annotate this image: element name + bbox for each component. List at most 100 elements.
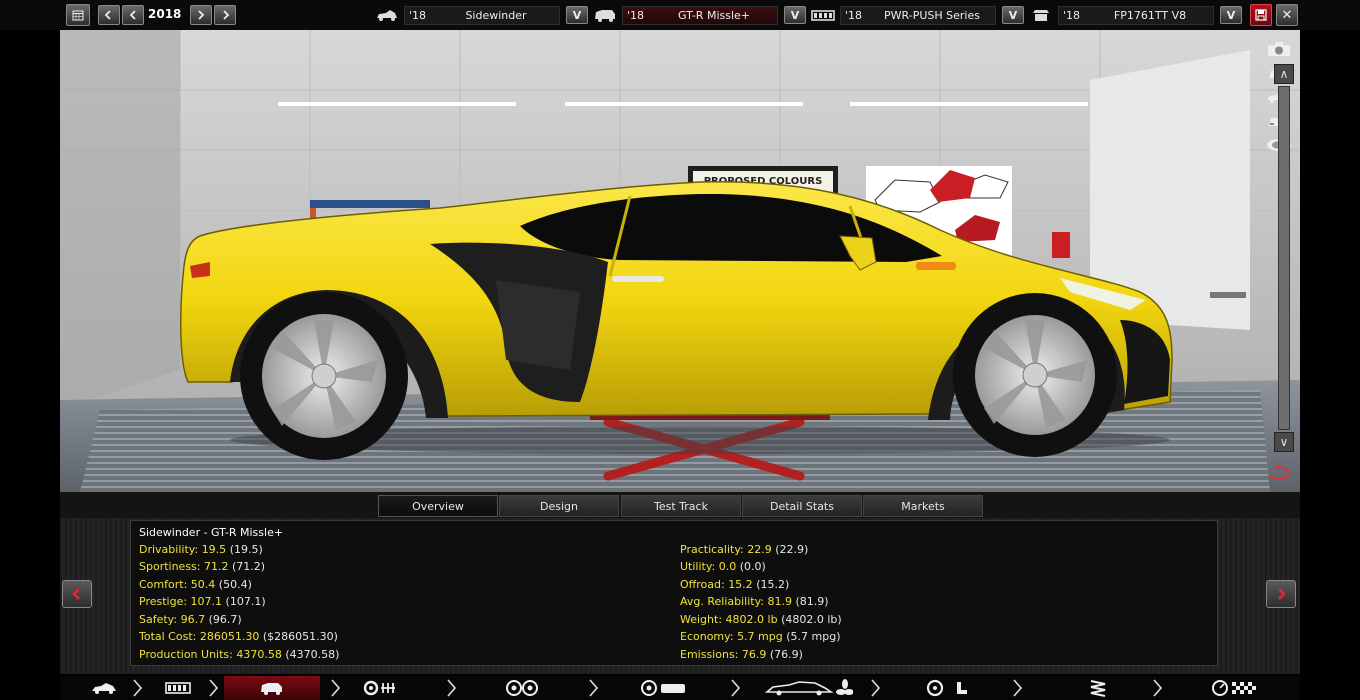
year-last-button[interactable] xyxy=(214,5,236,25)
close-button[interactable]: ✕ xyxy=(1276,4,1298,26)
engine-variant-dropdown[interactable]: V xyxy=(1220,6,1242,24)
zoom-scrollbar[interactable] xyxy=(1278,86,1290,430)
nav-aero[interactable] xyxy=(756,676,860,700)
car-model-dropdown[interactable]: V xyxy=(566,6,588,24)
year-next-button[interactable] xyxy=(190,5,212,25)
nav-body[interactable] xyxy=(224,676,320,700)
tab-test-track[interactable]: Test Track xyxy=(621,495,741,517)
nav-brakes[interactable] xyxy=(628,676,700,700)
stat-value: 0.0 xyxy=(718,560,737,573)
rotate-icon[interactable] xyxy=(1264,464,1294,482)
car-trim-year: '18 xyxy=(627,9,645,22)
stat-base-value: (71.2) xyxy=(232,560,266,573)
current-year: 2018 xyxy=(148,7,182,21)
stat-economy: Economy: 5.7 mpg (5.7 mpg) xyxy=(680,630,841,643)
tab-design[interactable]: Design xyxy=(499,495,619,517)
stat-value: 4802.0 lb xyxy=(725,613,778,626)
prev-page-button[interactable] xyxy=(62,580,92,608)
next-page-button[interactable] xyxy=(1266,580,1296,608)
stat-base-value: ($286051.30) xyxy=(262,630,338,643)
stat-label: Comfort: xyxy=(139,578,188,591)
stat-label: Emissions: xyxy=(680,648,739,661)
design-stage-nav xyxy=(60,676,1300,700)
stat-value: 96.7 xyxy=(180,613,206,626)
tab-overview[interactable]: Overview xyxy=(378,495,498,517)
engine-family-icon xyxy=(810,6,836,24)
car-trim-selector[interactable]: '18 GT-R Missle+ xyxy=(622,6,778,25)
car-trim-dropdown[interactable]: V xyxy=(784,6,806,24)
stat-base-value: (5.7 mpg) xyxy=(786,630,841,643)
testing-icon xyxy=(1212,680,1256,696)
camera-icon[interactable] xyxy=(1264,40,1294,58)
stat-avg-reliability: Avg. Reliability: 81.9 (81.9) xyxy=(680,595,829,608)
stat-weight: Weight: 4802.0 lb (4802.0 lb) xyxy=(680,613,842,626)
engine-family-name: PWR-PUSH Series xyxy=(884,9,980,22)
stat-prestige: Prestige: 107.1 (107.1) xyxy=(139,595,266,608)
save-button[interactable] xyxy=(1250,4,1272,26)
stat-value: 50.4 xyxy=(190,578,216,591)
car-model-year: '18 xyxy=(409,9,427,22)
year-first-button[interactable] xyxy=(98,5,120,25)
nav-chassis[interactable] xyxy=(146,676,210,700)
scroll-up-button[interactable]: ∧ xyxy=(1274,64,1294,84)
engine-family-selector[interactable]: '18 PWR-PUSH Series xyxy=(840,6,996,25)
nav-wheels[interactable] xyxy=(490,676,554,700)
tab-detail-stats[interactable]: Detail Stats xyxy=(742,495,862,517)
stat-safety: Safety: 96.7 (96.7) xyxy=(139,613,242,626)
stat-value: 15.2 xyxy=(728,578,753,591)
interior-icon xyxy=(926,679,967,697)
car-trim-icon xyxy=(592,6,618,24)
chassis-icon xyxy=(165,682,191,694)
tab-bar: Overview Design Test Track Detail Stats … xyxy=(60,492,1300,518)
car-3d-viewport[interactable]: PROPOSED COLOURS ∧ ∨ xyxy=(60,30,1300,492)
stat-label: Weight: xyxy=(680,613,723,626)
overview-stats-panel: Sidewinder - GT-R Missle+ Drivability: 1… xyxy=(130,520,1218,666)
scroll-down-button[interactable]: ∨ xyxy=(1274,432,1294,452)
nav-suspension[interactable] xyxy=(1066,676,1130,700)
close-icon: ✕ xyxy=(1281,7,1293,23)
stat-label: Prestige: xyxy=(139,595,188,608)
step-chevron-icon xyxy=(1153,679,1163,697)
stat-total-cost: Total Cost: 286051.30 ($286051.30) xyxy=(139,630,338,643)
calendar-button[interactable] xyxy=(66,4,90,26)
car-trim-name: GT-R Missle+ xyxy=(678,9,750,22)
step-chevron-icon xyxy=(871,679,881,697)
body-icon xyxy=(261,683,282,695)
tab-markets[interactable]: Markets xyxy=(863,495,983,517)
stat-base-value: (96.7) xyxy=(208,613,242,626)
nav-engine[interactable] xyxy=(350,676,414,700)
step-chevron-icon xyxy=(209,679,219,697)
car-model-name: Sidewinder xyxy=(465,9,527,22)
nav-model[interactable] xyxy=(72,676,136,700)
car-model-selector[interactable]: '18 Sidewinder xyxy=(404,6,560,25)
stat-label: Safety: xyxy=(139,613,178,626)
stat-base-value: (19.5) xyxy=(229,543,263,556)
stat-label: Utility: xyxy=(680,560,716,573)
engine-family-dropdown[interactable]: V xyxy=(1002,6,1024,24)
step-chevron-icon xyxy=(589,679,599,697)
dropdown-arrow-icon: V xyxy=(572,8,582,22)
stat-value: 81.9 xyxy=(767,595,793,608)
garage-scene: PROPOSED COLOURS xyxy=(60,30,1300,492)
engine-variant-name: FP1761TT V8 xyxy=(1113,9,1187,22)
step-chevron-icon xyxy=(133,679,143,697)
stat-value: 22.9 xyxy=(747,543,772,556)
engine-variant-year: '18 xyxy=(1063,9,1081,22)
step-chevron-icon xyxy=(731,679,741,697)
engine-family-year: '18 xyxy=(845,9,863,22)
engine-variant-selector[interactable]: '18 FP1761TT V8 xyxy=(1058,6,1214,25)
stat-label: Production Units: xyxy=(139,648,233,661)
stat-value: 19.5 xyxy=(201,543,227,556)
nav-interior[interactable] xyxy=(910,676,986,700)
stat-production-units: Production Units: 4370.58 (4370.58) xyxy=(139,648,339,661)
year-prev-button[interactable] xyxy=(122,5,144,25)
stat-utility: Utility: 0.0 (0.0) xyxy=(680,560,766,573)
nav-testing[interactable] xyxy=(1200,676,1270,700)
step-chevron-icon xyxy=(1013,679,1023,697)
stat-value: 107.1 xyxy=(190,595,223,608)
chevron-right-icon xyxy=(1278,588,1286,600)
stat-value: 71.2 xyxy=(204,560,229,573)
stat-comfort: Comfort: 50.4 (50.4) xyxy=(139,578,252,591)
step-chevron-icon xyxy=(331,679,341,697)
stat-base-value: (0.0) xyxy=(739,560,766,573)
